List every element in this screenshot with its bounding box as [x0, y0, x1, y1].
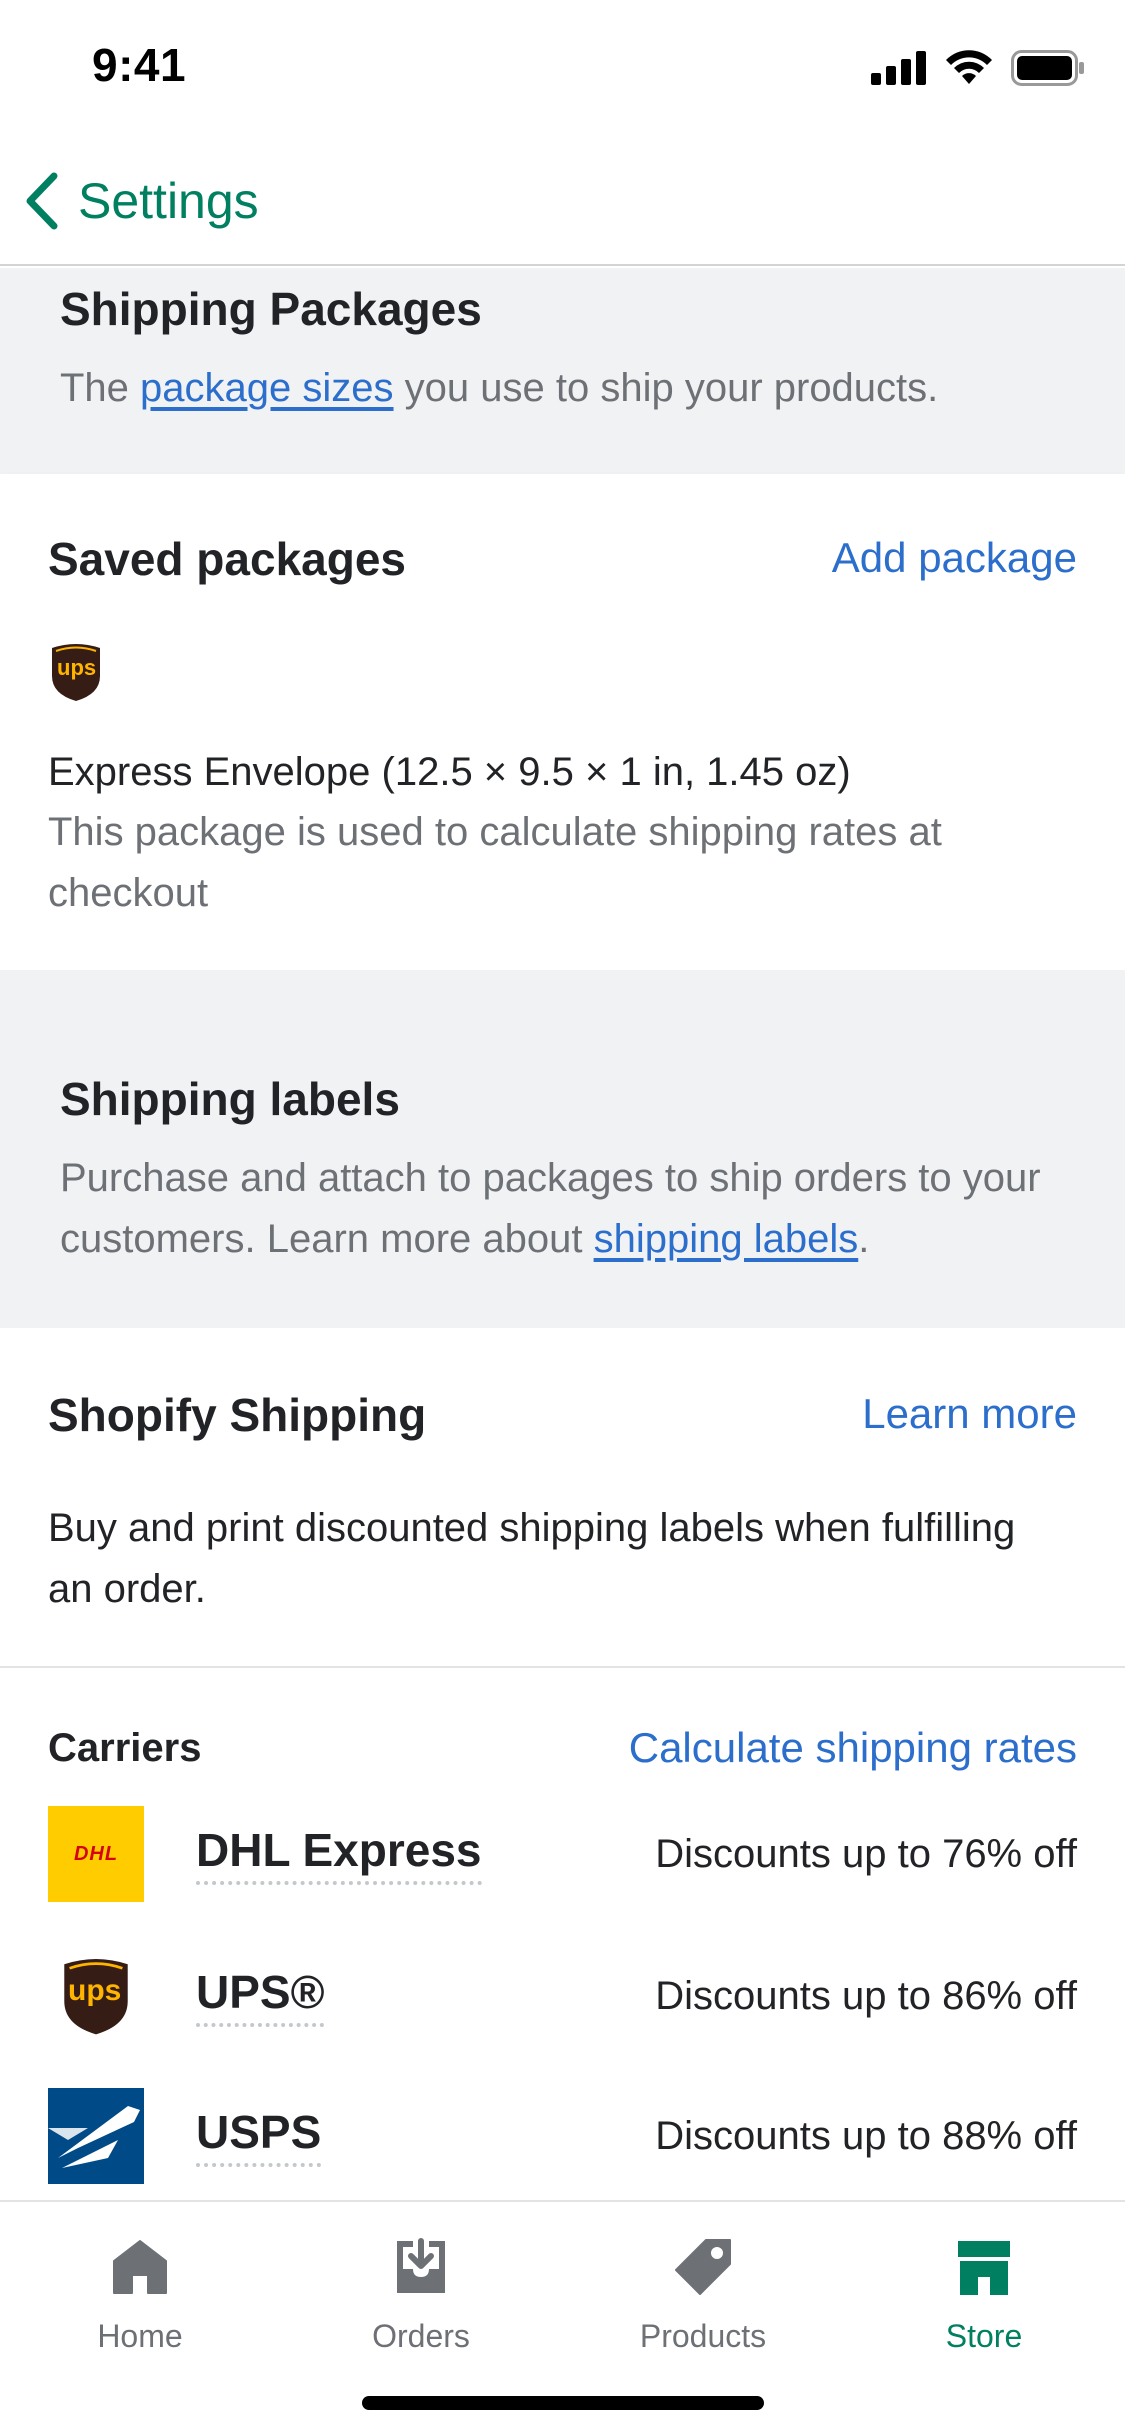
usps-logo — [48, 2088, 144, 2184]
tag-icon — [603, 2232, 803, 2302]
wifi-icon — [946, 50, 992, 84]
shopify-shipping-card: Shopify Shipping Learn more Buy and prin… — [0, 1328, 1125, 2198]
carrier-name[interactable]: DHL Express — [196, 1823, 482, 1885]
shipping-packages-section: Shipping Packages The package sizes you … — [0, 268, 1125, 474]
chevron-left-icon — [26, 172, 58, 230]
package-note: This package is used to calculate shippi… — [48, 810, 942, 915]
carrier-name[interactable]: USPS — [196, 2105, 322, 2167]
desc-suffix: . — [858, 1217, 870, 1261]
ups-carrier-logo: ups — [48, 1948, 144, 2044]
desc-prefix: The — [60, 366, 141, 410]
desc-suffix: you use to ship your products. — [393, 366, 939, 410]
shipping-packages-description: The package sizes you use to ship your p… — [60, 358, 938, 419]
tab-store[interactable]: Store — [884, 2232, 1084, 2355]
orders-icon — [321, 2232, 521, 2302]
carrier-row-usps[interactable]: USPS Discounts up to 88% off — [48, 2088, 1077, 2184]
ups-logo: ups — [48, 642, 104, 707]
status-bar: 9:41 — [0, 0, 1125, 140]
shipping-labels-link[interactable]: shipping labels — [594, 1217, 859, 1261]
shopify-shipping-description: Buy and print discounted shipping labels… — [48, 1506, 1016, 1611]
carrier-name[interactable]: UPS® — [196, 1965, 325, 2027]
store-icon — [884, 2232, 1084, 2302]
cellular-signal-icon — [871, 51, 926, 85]
calculate-shipping-rates-link[interactable]: Calculate shipping rates — [629, 1724, 1077, 1772]
back-label: Settings — [78, 173, 259, 229]
tab-orders[interactable]: Orders — [321, 2232, 521, 2355]
saved-packages-card: Saved packages Add package ups Express E… — [0, 474, 1125, 970]
home-icon — [40, 2232, 240, 2302]
package-sizes-link[interactable]: package sizes — [140, 366, 393, 410]
divider — [0, 1666, 1125, 1668]
saved-packages-title: Saved packages — [48, 533, 407, 585]
usps-eagle-icon — [48, 2106, 140, 2168]
nav-bar: Settings — [0, 140, 1125, 266]
carrier-row-ups[interactable]: ups UPS® Discounts up to 86% off — [48, 1948, 1077, 2044]
home-indicator[interactable] — [362, 2396, 764, 2410]
carrier-discount: Discounts up to 76% off — [655, 1831, 1077, 1876]
ups-logo-text: ups — [68, 1974, 122, 2007]
dhl-logo: DHL — [48, 1806, 144, 1902]
tab-products[interactable]: Products — [603, 2232, 803, 2355]
learn-more-link[interactable]: Learn more — [862, 1390, 1077, 1438]
dhl-logo-text: DHL — [73, 1842, 119, 1865]
tab-home[interactable]: Home — [40, 2232, 240, 2355]
package-name: Express Envelope (12.5 × 9.5 × 1 in, 1.4… — [48, 750, 851, 794]
shipping-labels-section: Shipping labels Purchase and attach to p… — [0, 970, 1125, 1328]
shipping-labels-description: Purchase and attach to packages to ship … — [60, 1148, 1080, 1270]
shopify-shipping-title: Shopify Shipping — [48, 1389, 427, 1441]
tab-label: Store — [945, 2318, 1023, 2354]
carrier-discount: Discounts up to 86% off — [655, 1973, 1077, 2018]
tab-label: Home — [97, 2318, 183, 2354]
shipping-packages-title: Shipping Packages — [60, 283, 482, 335]
carrier-row-dhl[interactable]: DHL DHL Express Discounts up to 76% off — [48, 1806, 1077, 1902]
shipping-labels-title: Shipping labels — [60, 1073, 400, 1125]
status-icons — [871, 50, 1085, 86]
ups-logo-text: ups — [57, 655, 97, 680]
battery-icon — [1011, 50, 1084, 86]
carriers-title: Carriers — [48, 1726, 202, 1770]
status-time: 9:41 — [92, 39, 187, 91]
tab-label: Products — [639, 2318, 767, 2354]
desc-prefix: Purchase and attach to packages to ship … — [60, 1156, 1041, 1261]
add-package-link[interactable]: Add package — [832, 534, 1077, 582]
tab-label: Orders — [372, 2318, 470, 2354]
carrier-discount: Discounts up to 88% off — [655, 2113, 1077, 2158]
back-button[interactable]: Settings — [22, 170, 259, 232]
